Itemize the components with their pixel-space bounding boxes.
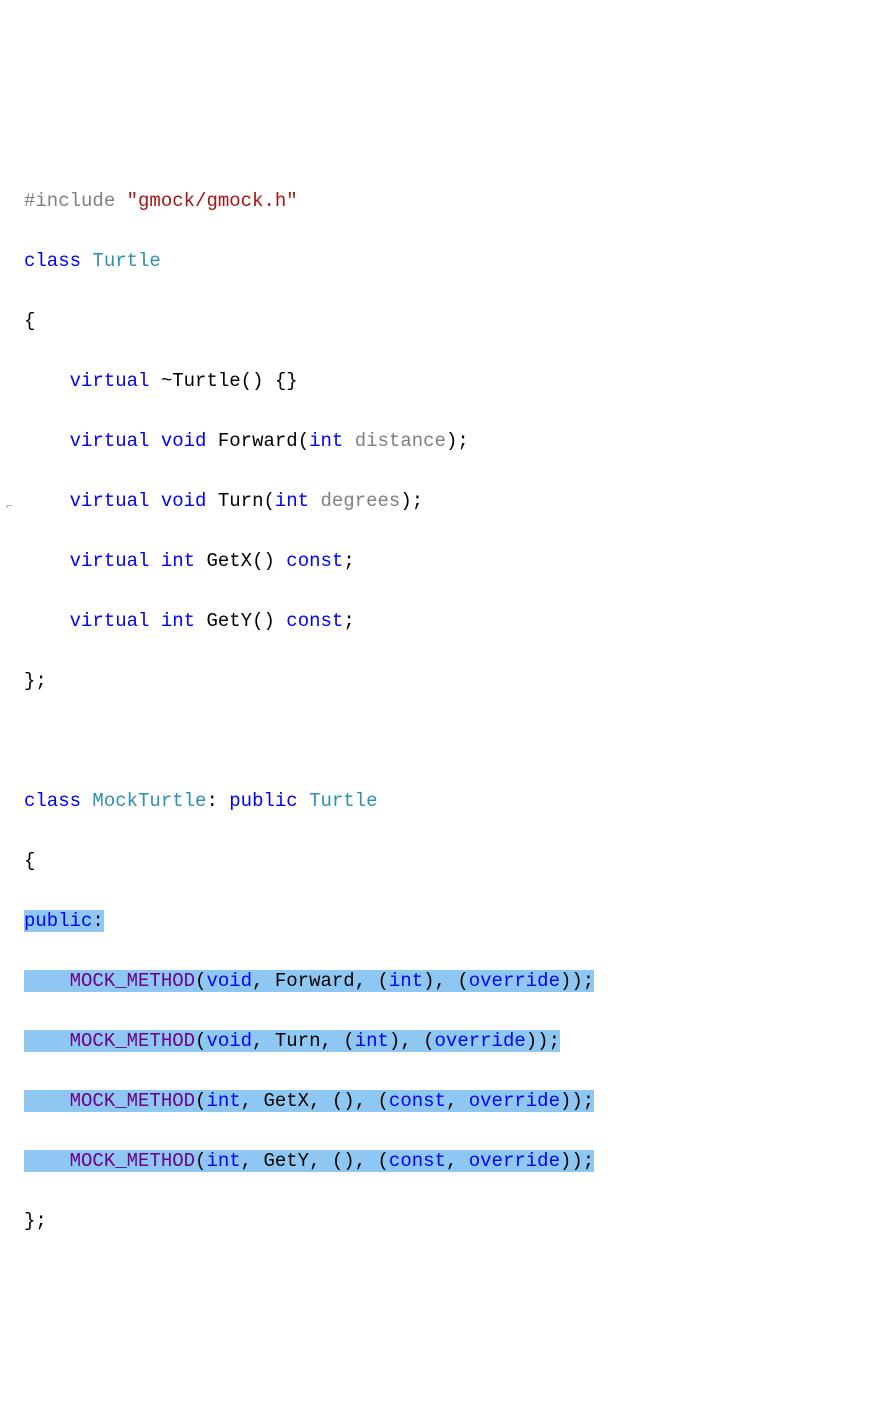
code-line: virtual void Turn(int degrees);: [0, 486, 888, 516]
code-line: virtual ~Turtle() {}: [0, 366, 888, 396]
code-line: class MockTurtle: public Turtle: [0, 786, 888, 816]
code-line: virtual void Forward(int distance);: [0, 426, 888, 456]
collapse-marker-icon: ⌐: [6, 492, 13, 522]
code-line: MOCK_METHOD(int, GetX, (), (const, overr…: [0, 1086, 888, 1116]
code-line: {: [0, 846, 888, 876]
code-line: MOCK_METHOD(void, Forward, (int), (overr…: [0, 966, 888, 996]
include-path: "gmock/gmock.h": [127, 190, 298, 212]
code-line: };: [0, 1206, 888, 1236]
code-line: class Turtle: [0, 246, 888, 276]
code-line: virtual int GetX() const;: [0, 546, 888, 576]
code-line: [0, 726, 888, 756]
code-line: #include "gmock/gmock.h": [0, 186, 888, 216]
code-line: virtual int GetY() const;: [0, 606, 888, 636]
code-line: MOCK_METHOD(int, GetY, (), (const, overr…: [0, 1146, 888, 1176]
code-line: };: [0, 666, 888, 696]
code-line: MOCK_METHOD(void, Turn, (int), (override…: [0, 1026, 888, 1056]
code-editor[interactable]: ⌐ #include "gmock/gmock.h" class Turtle …: [0, 120, 888, 1266]
preproc-include: #include: [24, 190, 115, 212]
code-line: public:: [0, 906, 888, 936]
code-line: {: [0, 306, 888, 336]
